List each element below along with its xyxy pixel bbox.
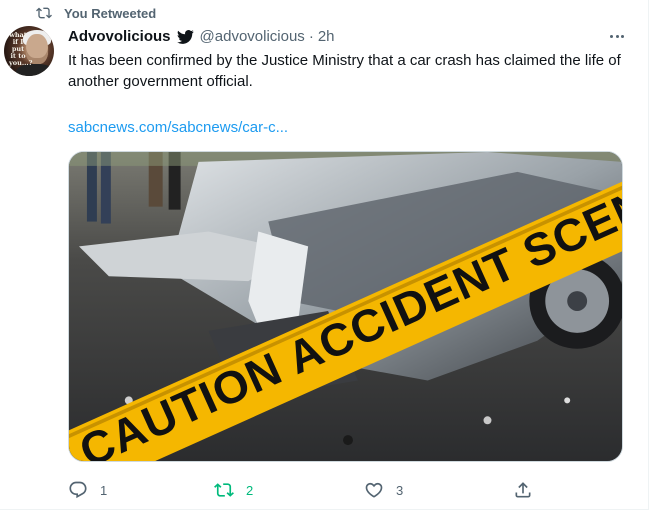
more-dot bbox=[610, 34, 613, 38]
more-dot bbox=[615, 34, 619, 38]
handle[interactable]: @advovolicious bbox=[200, 28, 305, 45]
retweet-context-label: You Retweeted bbox=[64, 5, 157, 21]
like-count: 3 bbox=[396, 482, 404, 498]
like-button[interactable]: 3 bbox=[364, 478, 403, 502]
display-name[interactable]: Advovolicious bbox=[68, 28, 171, 45]
tweet-card[interactable]: You Retweeted what if I put it to you...… bbox=[0, 0, 649, 510]
tweet-header: Advovolicious @advovolicious · 2h bbox=[68, 25, 618, 47]
more-options-icon[interactable] bbox=[610, 28, 624, 44]
bird-icon bbox=[176, 29, 194, 44]
share-icon bbox=[515, 482, 531, 498]
reply-icon bbox=[69, 481, 87, 499]
heart-icon bbox=[365, 482, 383, 498]
avatar[interactable]: what if I put it to you...? bbox=[4, 26, 54, 76]
reply-button[interactable]: 1 bbox=[68, 478, 107, 502]
avatar-caption: what if I put it to you...? bbox=[9, 31, 33, 67]
reply-count: 1 bbox=[100, 482, 108, 498]
tweet-media-image[interactable]: CAUTION ACCIDENT SCENE bbox=[68, 151, 623, 462]
action-bar: 1 2 3 bbox=[68, 478, 548, 502]
more-dot bbox=[621, 34, 624, 38]
header-separator: · bbox=[308, 27, 314, 45]
retweet-count: 2 bbox=[246, 482, 254, 498]
retweet-icon bbox=[214, 483, 234, 497]
tweet-text: It has been confirmed by the Justice Min… bbox=[68, 52, 621, 90]
share-button[interactable] bbox=[513, 478, 533, 502]
crash-photo: CAUTION ACCIDENT SCENE bbox=[69, 152, 622, 461]
retweet-context: You Retweeted bbox=[36, 4, 156, 22]
retweet-icon bbox=[36, 7, 52, 19]
timestamp[interactable]: 2h bbox=[318, 28, 335, 45]
tweet-link[interactable]: sabcnews.com/sabcnews/car-c... bbox=[68, 119, 288, 136]
retweet-button[interactable]: 2 bbox=[214, 478, 253, 502]
